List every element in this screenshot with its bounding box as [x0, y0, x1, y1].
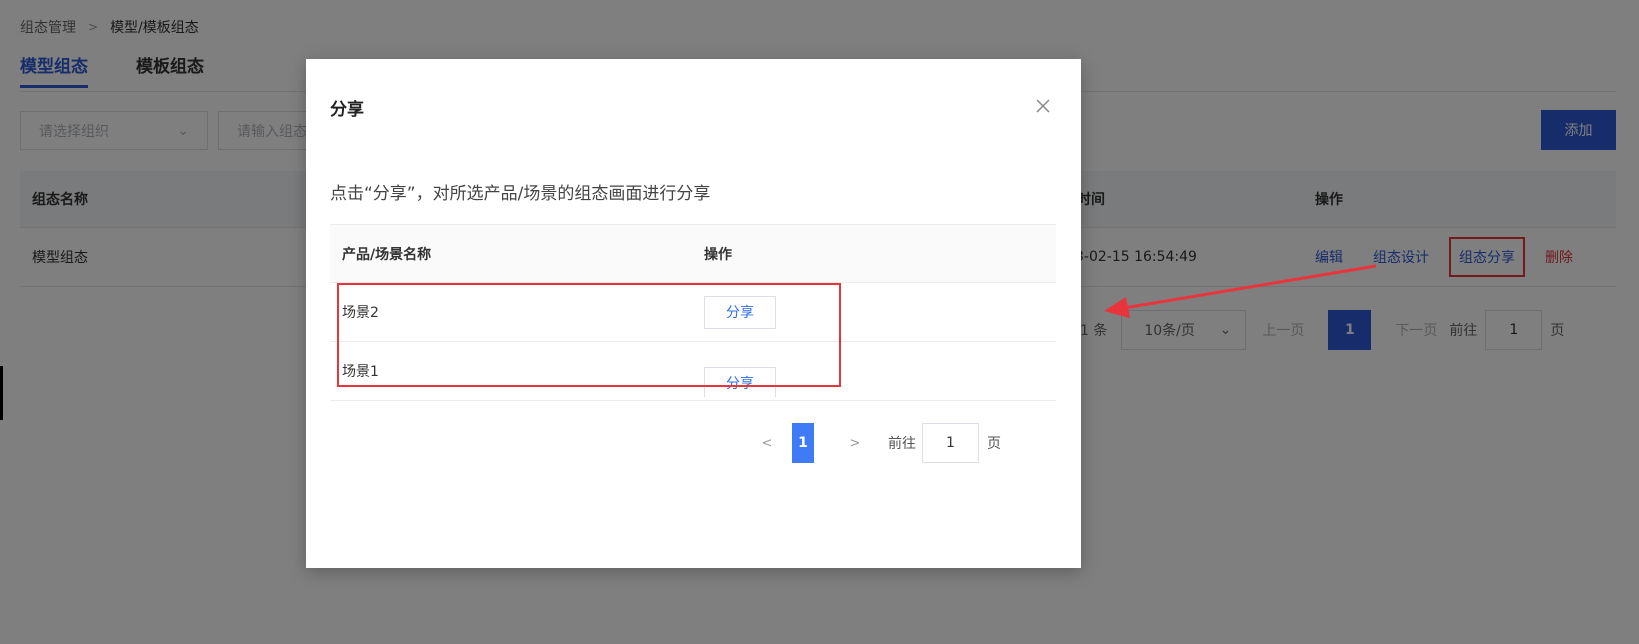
- column-header-ops: 操作: [704, 246, 732, 263]
- current-page[interactable]: 1: [792, 423, 814, 463]
- close-icon[interactable]: [1034, 97, 1052, 115]
- dialog-pagination: < 1 > 前往 1 页: [746, 423, 1001, 463]
- dialog-title: 分享: [330, 100, 364, 120]
- highlight-box: [337, 283, 841, 387]
- share-dialog: 分享 点击“分享”，对所选产品/场景的组态画面进行分享 产品/场景名称 操作 场…: [306, 59, 1081, 568]
- goto-label: 前往: [888, 436, 916, 452]
- dialog-description: 点击“分享”，对所选产品/场景的组态画面进行分享: [330, 184, 711, 204]
- share-table-header: 产品/场景名称 操作: [330, 224, 1056, 283]
- next-page-button[interactable]: >: [834, 436, 876, 451]
- side-marker: [0, 366, 3, 420]
- page-unit: 页: [987, 436, 1001, 452]
- column-header-scene: 产品/场景名称: [342, 246, 432, 263]
- goto-page-input[interactable]: 1: [922, 423, 979, 463]
- prev-page-button[interactable]: <: [746, 436, 788, 451]
